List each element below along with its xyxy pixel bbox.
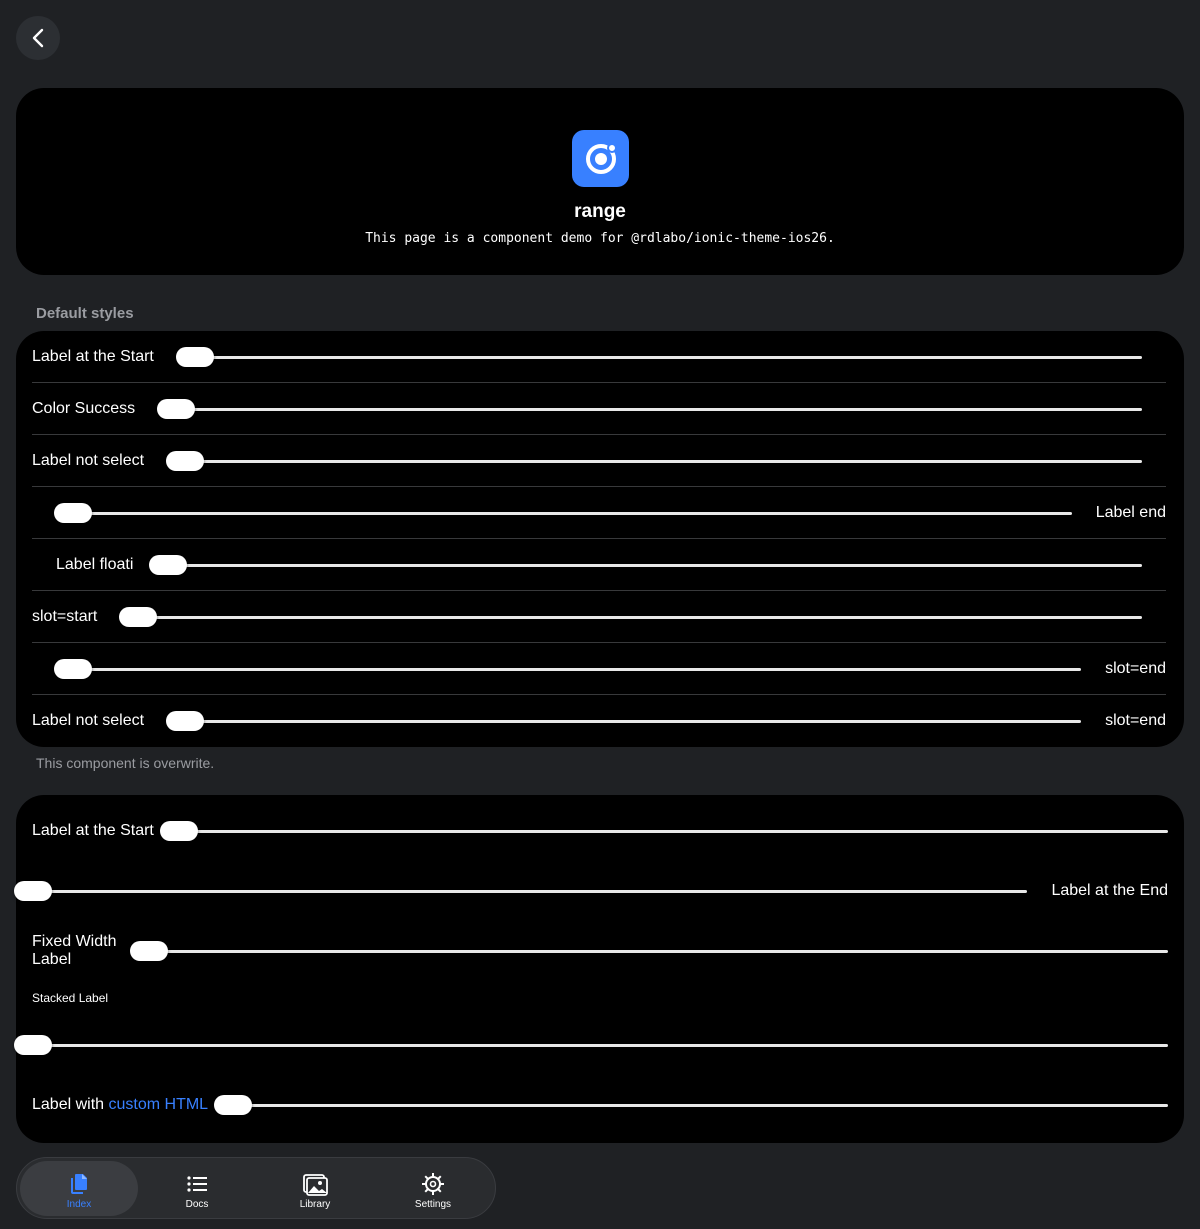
- hero-card: range This page is a component demo for …: [16, 88, 1184, 275]
- range-track[interactable]: [32, 890, 1027, 893]
- range-label: Label not select: [32, 712, 145, 729]
- documents-icon: [71, 1174, 87, 1194]
- overwrite-list: Label at the Start Label at the End Fixe…: [14, 795, 1184, 1143]
- range-label: Label not select: [32, 452, 145, 469]
- range-label: Label at the End: [1051, 882, 1168, 899]
- range-label: Label with custom HTML: [32, 1079, 208, 1131]
- range-slot-end-label: slot=end: [1105, 660, 1166, 677]
- range-row: Label floati: [32, 539, 1166, 591]
- range-row: slot=start: [32, 591, 1166, 643]
- tab-label: Settings: [414, 1199, 452, 1210]
- range-row: Fixed Width Label: [16, 925, 1184, 977]
- range-label: Label at the Start: [32, 822, 154, 839]
- tab-index[interactable]: Index: [20, 1161, 138, 1216]
- range-track[interactable]: [167, 460, 1142, 463]
- range-row: Label not select slot=end: [32, 695, 1166, 747]
- range-knob[interactable]: [176, 347, 214, 367]
- overwrite-note: This component is overwrite.: [36, 755, 215, 771]
- range-row: Stacked Label: [14, 985, 1184, 1075]
- range-label: Label at the Start: [32, 348, 154, 365]
- range-track[interactable]: [148, 950, 1168, 953]
- custom-html-link[interactable]: custom HTML: [109, 1096, 209, 1113]
- range-track[interactable]: [178, 830, 1168, 833]
- range-slot-start-label: slot=start: [32, 608, 98, 625]
- range-slot-end-label: slot=end: [1105, 712, 1166, 729]
- range-row: Label at the Start: [32, 331, 1166, 383]
- tab-bar: Index Docs Library Settings: [16, 1157, 496, 1219]
- tab-library[interactable]: Library: [256, 1161, 374, 1216]
- range-knob[interactable]: [214, 1095, 252, 1115]
- tab-label: Library: [299, 1199, 331, 1210]
- tab-settings[interactable]: Settings: [374, 1161, 492, 1216]
- range-track[interactable]: [150, 564, 1142, 567]
- images-icon: [303, 1174, 328, 1196]
- range-stacked-label: Stacked Label: [32, 991, 109, 1005]
- range-row: Label at the Start: [16, 805, 1184, 857]
- tab-label: Docs: [185, 1199, 209, 1210]
- range-floating-label: Label floati: [56, 556, 134, 573]
- range-knob[interactable]: [149, 555, 187, 575]
- range-knob[interactable]: [157, 399, 195, 419]
- range-knob[interactable]: [54, 659, 92, 679]
- range-track[interactable]: [177, 356, 1142, 359]
- range-row: Label not select: [32, 435, 1166, 487]
- range-row: Label with custom HTML: [16, 1079, 1184, 1131]
- range-track[interactable]: [158, 408, 1142, 411]
- ionic-logo-icon: [572, 130, 629, 187]
- tab-docs[interactable]: Docs: [138, 1161, 256, 1216]
- range-track[interactable]: [32, 1044, 1168, 1047]
- back-button[interactable]: [16, 16, 60, 60]
- page-title: range: [574, 201, 626, 222]
- range-track[interactable]: [55, 668, 1081, 671]
- range-knob[interactable]: [160, 821, 198, 841]
- range-track[interactable]: [232, 1104, 1168, 1107]
- range-label: Color Success: [32, 400, 136, 417]
- range-row: Label at the End: [14, 865, 1184, 917]
- range-label: Label end: [1095, 504, 1166, 521]
- range-track[interactable]: [167, 720, 1081, 723]
- range-fixed-width-label: Fixed Width Label: [32, 933, 117, 968]
- tab-label: Index: [66, 1199, 92, 1210]
- range-row: Label end: [32, 487, 1166, 539]
- range-row: slot=end: [32, 643, 1166, 695]
- section-header-default-styles: Default styles: [36, 305, 134, 322]
- page-subtitle: This page is a component demo for @rdlab…: [365, 231, 835, 246]
- range-knob[interactable]: [166, 451, 204, 471]
- range-knob[interactable]: [166, 711, 204, 731]
- range-knob[interactable]: [14, 1035, 52, 1055]
- range-knob[interactable]: [14, 881, 52, 901]
- range-knob[interactable]: [119, 607, 157, 627]
- range-row: Color Success: [32, 383, 1166, 435]
- list-icon: [187, 1176, 207, 1192]
- chevron-left-icon: [32, 28, 44, 48]
- range-label-text: Label with: [32, 1096, 109, 1113]
- range-track[interactable]: [55, 512, 1072, 515]
- gear-icon: [422, 1173, 444, 1195]
- default-styles-list: Label at the Start Color Success Label n…: [16, 331, 1184, 747]
- range-track[interactable]: [120, 616, 1142, 619]
- range-knob[interactable]: [54, 503, 92, 523]
- range-knob[interactable]: [130, 941, 168, 961]
